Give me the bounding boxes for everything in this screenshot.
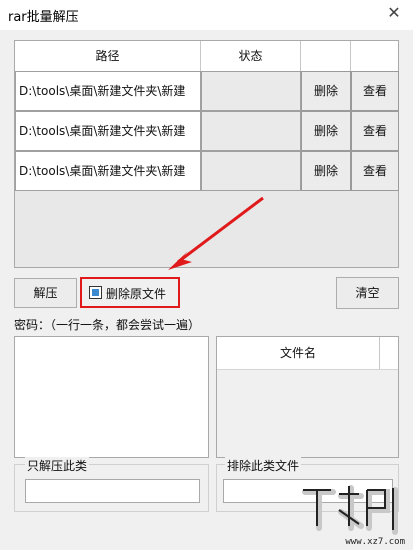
row-path[interactable]: D:\tools\桌面\新建文件夹\新建 [15,151,201,191]
password-label: 密码：（一行一条，都会尝试一遍） [14,318,201,332]
exclude-label: 排除此类文件 [225,457,302,474]
watermark-text: www.xz7.com [345,537,405,547]
table-row: D:\tools\桌面\新建文件夹\新建 删除 查看 [15,151,399,191]
view-row-button[interactable]: 查看 [351,111,399,151]
window-title: rar批量解压 [8,10,79,25]
view-row-button[interactable]: 查看 [351,151,399,191]
row-status [201,111,301,151]
only-extract-label: 只解压此类 [25,457,90,474]
clear-button[interactable]: 清空 [336,277,399,309]
row-path[interactable]: D:\tools\桌面\新建文件夹\新建 [15,71,201,111]
table-header: 路径 状态 [15,41,398,72]
password-textarea[interactable] [14,336,209,458]
delete-original-checkbox[interactable] [89,286,102,299]
column-header-path[interactable]: 路径 [15,41,201,71]
delete-row-button[interactable]: 删除 [301,71,351,111]
watermark-logo: www.xz7.com [291,478,411,548]
row-status [201,151,301,191]
row-path[interactable]: D:\tools\桌面\新建文件夹\新建 [15,111,201,151]
only-extract-group: 只解压此类 [14,457,209,512]
delete-row-button[interactable]: 删除 [301,111,351,151]
delete-original-highlight[interactable]: 删除原文件 [80,277,180,308]
title-bar: rar批量解压 ✕ [0,0,413,30]
column-header-filename[interactable]: 文件名 [217,337,380,369]
column-header-blank-2 [351,41,399,71]
extract-button[interactable]: 解压 [14,278,77,308]
row-status [201,71,301,111]
close-icon[interactable]: ✕ [385,4,403,22]
only-extract-input[interactable] [25,479,200,503]
file-list-header: 文件名 [217,337,398,370]
delete-row-button[interactable]: 删除 [301,151,351,191]
column-header-blank-1 [301,41,351,71]
checkbox-checked-fill [92,289,99,296]
archive-table: 路径 状态 D:\tools\桌面\新建文件夹\新建 删除 查看 D:\tool… [14,40,399,268]
delete-original-label[interactable]: 删除原文件 [106,285,166,302]
column-header-status[interactable]: 状态 [201,41,301,71]
table-row: D:\tools\桌面\新建文件夹\新建 删除 查看 [15,111,399,151]
app-window: rar批量解压 ✕ 路径 状态 D:\tools\桌面\新建文件夹\新建 删除 … [0,0,413,550]
file-name-list[interactable]: 文件名 [216,336,399,458]
table-row: D:\tools\桌面\新建文件夹\新建 删除 查看 [15,71,399,111]
view-row-button[interactable]: 查看 [351,71,399,111]
